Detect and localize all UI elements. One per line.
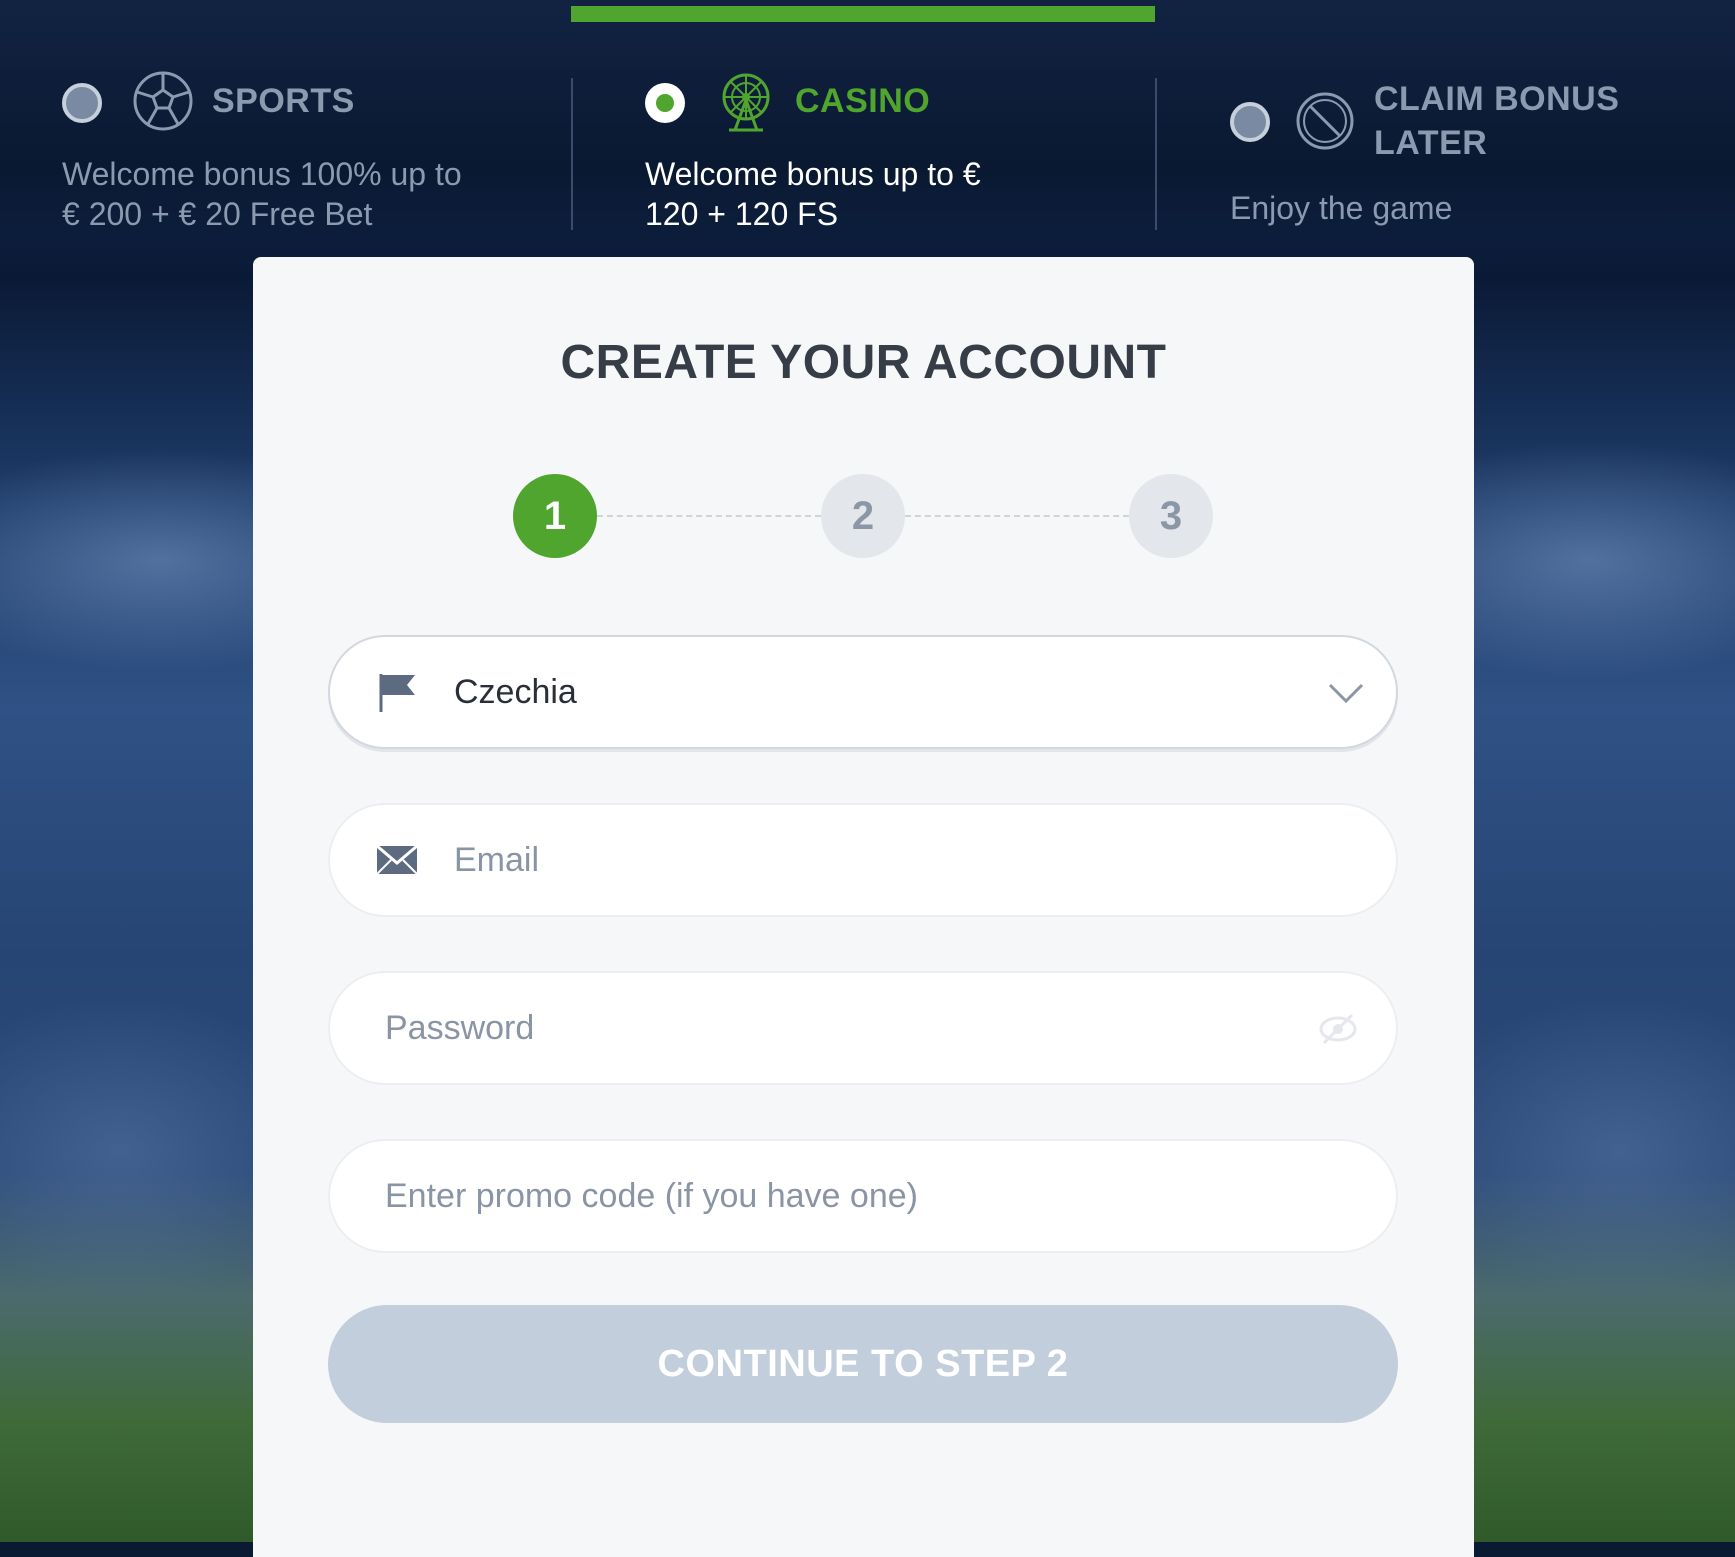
country-value: Czechia — [454, 673, 577, 711]
step-connector — [905, 515, 1129, 517]
country-select[interactable]: Czechia — [328, 635, 1398, 749]
bonus-option-later[interactable]: CLAIM BONUS LATER Enjoy the game — [1230, 70, 1710, 240]
option-divider — [1155, 78, 1157, 230]
bonus-title: CASINO — [795, 82, 931, 120]
promo-code-placeholder: Enter promo code (if you have one) — [385, 1177, 918, 1215]
step-3: 3 — [1129, 474, 1213, 558]
bonus-description-line: Welcome bonus up to € — [645, 156, 981, 192]
option-divider — [571, 78, 573, 230]
step-1: 1 — [513, 474, 597, 558]
bonus-option-sports[interactable]: SPORTS Welcome bonus 100% up to € 200 + … — [62, 70, 562, 240]
no-sign-icon — [1294, 90, 1356, 152]
radio-casino[interactable] — [645, 83, 685, 123]
password-field[interactable]: Password — [328, 971, 1398, 1085]
promo-code-field[interactable]: Enter promo code (if you have one) — [328, 1139, 1398, 1253]
envelope-icon — [375, 838, 419, 882]
radio-later[interactable] — [1230, 102, 1270, 142]
registration-card: CREATE YOUR ACCOUNT 1 2 3 Czechia Email … — [253, 257, 1474, 1557]
bonus-title-line: LATER — [1374, 124, 1488, 162]
chevron-down-icon[interactable] — [1326, 675, 1366, 711]
bonus-description-line: 120 + 120 FS — [645, 196, 839, 232]
ferris-wheel-icon — [715, 70, 777, 132]
selected-bonus-indicator — [571, 6, 1155, 22]
eye-hidden-icon[interactable] — [1318, 1011, 1358, 1047]
radio-sports[interactable] — [62, 83, 102, 123]
bonus-description-line: Enjoy the game — [1230, 190, 1453, 226]
bonus-title-line: CLAIM BONUS — [1374, 80, 1620, 118]
continue-button[interactable]: CONTINUE TO STEP 2 — [328, 1305, 1398, 1423]
email-field[interactable]: Email — [328, 803, 1398, 917]
soccer-ball-icon — [132, 70, 194, 132]
step-connector — [597, 515, 821, 517]
page-title: CREATE YOUR ACCOUNT — [560, 336, 1167, 389]
password-placeholder: Password — [385, 1009, 535, 1047]
step-indicator: 1 2 3 — [513, 474, 1213, 558]
flag-icon — [375, 670, 419, 714]
email-placeholder: Email — [454, 841, 540, 879]
bonus-title: SPORTS — [212, 82, 355, 120]
bonus-description-line: Welcome bonus 100% up to — [62, 156, 462, 192]
bonus-option-casino[interactable]: CASINO Welcome bonus up to € 120 + 120 F… — [645, 70, 1145, 240]
step-2: 2 — [821, 474, 905, 558]
bonus-description-line: € 200 + € 20 Free Bet — [62, 196, 373, 232]
